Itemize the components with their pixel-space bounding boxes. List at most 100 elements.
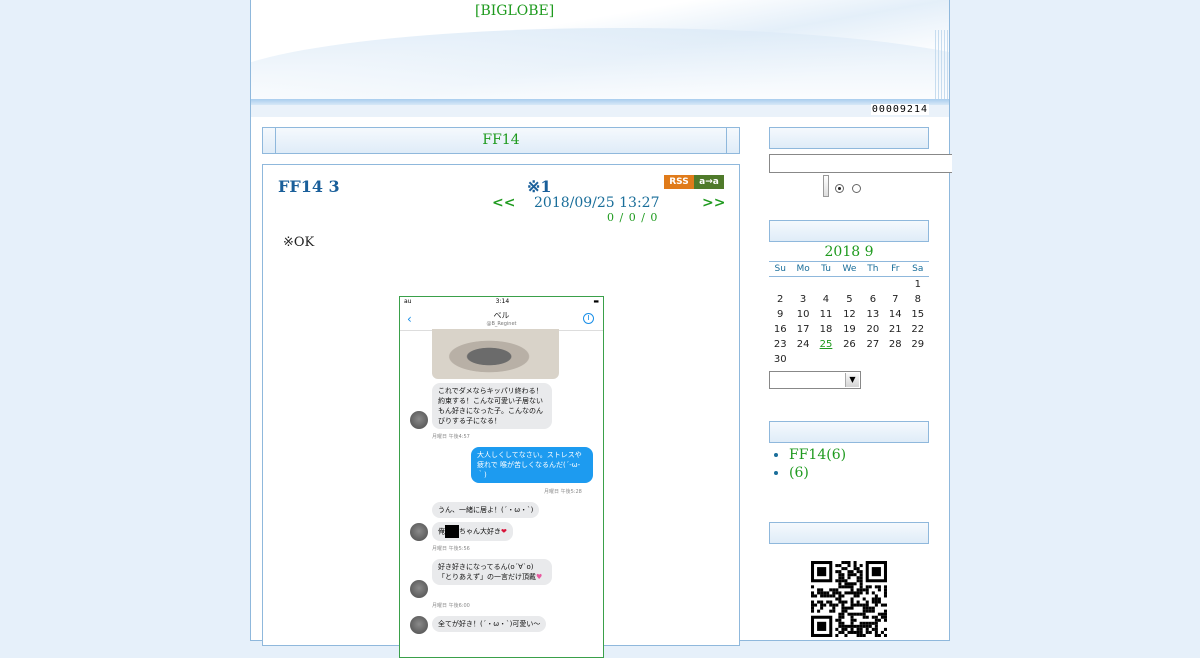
qr-module — [850, 585, 854, 589]
category-link[interactable]: (6) — [789, 465, 809, 481]
entry-title[interactable]: FF14 3 — [278, 177, 340, 196]
qr-module — [844, 633, 848, 637]
qr-module — [820, 588, 824, 592]
qr-module — [880, 603, 884, 607]
qr-module — [877, 588, 881, 592]
qr-module — [874, 621, 878, 625]
qr-module — [844, 591, 848, 595]
qr-module — [829, 594, 833, 598]
calendar-day[interactable]: 25 — [815, 337, 837, 352]
search-scope-radio-web[interactable] — [852, 184, 861, 193]
qr-module — [835, 570, 839, 574]
qr-module — [853, 624, 857, 628]
weekday-wed: We — [837, 261, 862, 277]
qr-module — [838, 600, 842, 604]
message-time: 月曜日 午後5:56 — [432, 546, 470, 552]
qr-module — [856, 627, 860, 631]
qr-module — [811, 606, 815, 610]
qr-module — [865, 600, 869, 604]
search-button[interactable] — [823, 175, 829, 197]
qr-module — [871, 597, 875, 601]
prev-entry-link[interactable]: << — [492, 195, 515, 211]
qr-module — [859, 585, 863, 589]
qr-module — [844, 561, 848, 565]
calendar-day — [815, 277, 837, 293]
weekday-fri: Fr — [884, 261, 907, 277]
qr-module — [856, 579, 860, 583]
qr-module — [838, 564, 842, 568]
search-input[interactable] — [769, 154, 952, 173]
qr-module — [844, 579, 848, 583]
chevron-down-icon: ▼ — [845, 373, 859, 387]
qr-module — [844, 606, 848, 610]
qr-module — [838, 573, 842, 577]
qr-module — [841, 627, 845, 631]
calendar-week: 9 10 11 12 13 14 15 — [769, 307, 929, 322]
qr-module — [847, 591, 851, 595]
back-chevron-icon: ‹ — [407, 312, 412, 326]
qr-module — [814, 594, 818, 598]
qr-module — [871, 591, 875, 595]
qr-module — [835, 633, 839, 637]
calendar-day: 30 — [773, 354, 787, 365]
chat-screenshot-image[interactable]: au 3:14 ▬ ‹ ベル @B_Reginet i これでダメならキッパリ終… — [399, 296, 604, 658]
qr-module — [868, 621, 872, 625]
category-item[interactable]: FF14(6) — [789, 446, 846, 464]
calendar-day: 6 — [869, 294, 877, 305]
calendar-day: 8 — [914, 294, 921, 305]
category-link[interactable]: FF14(6) — [789, 447, 846, 463]
battery-icon: ▬ — [593, 298, 599, 305]
calendar-day: 14 — [888, 309, 902, 320]
qr-module — [844, 567, 848, 571]
qr-module — [841, 609, 845, 613]
qr-module — [856, 630, 860, 634]
qr-module — [862, 597, 866, 601]
chat-bubble: 俺 ちゃん大好き❤ — [432, 522, 513, 541]
qr-module — [841, 606, 845, 610]
weekday-mon: Mo — [791, 261, 815, 277]
qr-module — [877, 600, 881, 604]
qr-module — [829, 588, 833, 592]
entry-stats[interactable]: 0 / 0 / 0 — [607, 211, 657, 224]
calendar-day: 18 — [819, 324, 833, 335]
calendar-day: 29 — [911, 339, 925, 350]
qr-module — [862, 621, 866, 625]
entry-mark: ※1 — [527, 177, 552, 196]
weekday-thu: Th — [861, 261, 885, 277]
qr-module — [874, 618, 878, 622]
qr-module — [844, 624, 848, 628]
archive-select[interactable]: ▼ — [769, 371, 861, 389]
qr-module — [859, 591, 863, 595]
qr-module — [856, 624, 860, 628]
qr-module — [847, 612, 851, 616]
qr-code-icon — [811, 561, 887, 637]
qr-module — [850, 591, 854, 595]
qr-module — [847, 606, 851, 610]
qr-module — [853, 612, 857, 616]
qr-module — [838, 576, 842, 580]
rss-badge[interactable]: RSS a→a — [664, 175, 724, 189]
qr-module — [877, 612, 881, 616]
qr-module — [817, 609, 821, 613]
qr-module — [847, 582, 851, 586]
qr-module — [865, 585, 869, 589]
qr-module — [859, 627, 863, 631]
qr-module — [877, 585, 881, 589]
redaction-block — [445, 525, 459, 538]
qr-module — [856, 576, 860, 580]
qr-module — [874, 630, 878, 634]
qr-module — [874, 615, 878, 619]
next-entry-link[interactable]: >> — [702, 195, 725, 211]
calendar-day: 23 — [773, 339, 787, 350]
qr-module — [883, 609, 887, 613]
qr-module — [859, 582, 863, 586]
qr-module — [832, 594, 836, 598]
search-scope-radio-blog[interactable] — [835, 184, 844, 193]
category-item[interactable]: (6) — [789, 464, 846, 482]
calendar-week: 1 — [769, 277, 929, 293]
biglobe-link[interactable]: [BIGLOBE] — [475, 3, 554, 19]
qr-module — [847, 573, 851, 577]
qr-module — [847, 630, 851, 634]
contact-avatar — [410, 411, 428, 429]
qr-module — [859, 630, 863, 634]
